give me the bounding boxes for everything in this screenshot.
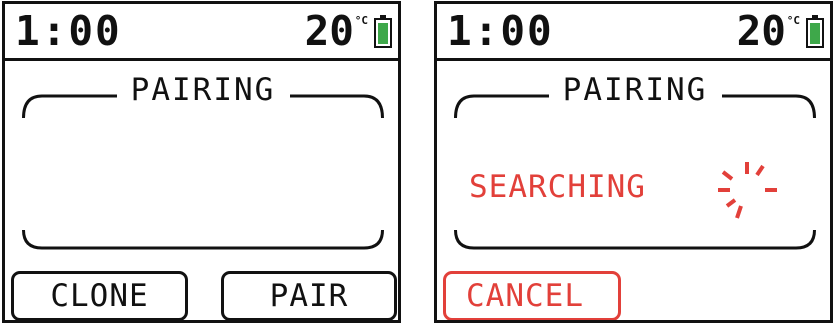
temperature-unit: °C	[354, 14, 368, 27]
battery-level	[378, 23, 388, 44]
panel-frame	[22, 94, 384, 250]
battery-level	[810, 23, 820, 44]
panel-frame-bottom	[454, 229, 816, 250]
panel-title: PAIRING	[130, 72, 276, 108]
battery-icon	[374, 15, 392, 48]
temperature-unit: °C	[786, 14, 800, 27]
panel-title: PAIRING	[562, 72, 708, 108]
loading-spinner-icon	[718, 162, 777, 219]
clock: 1:00	[15, 7, 122, 55]
panel-frame-bottom	[22, 229, 384, 250]
device-screen-pairing-searching: 1:00 20 °C PAIRING SEARCHING CANCEL	[434, 1, 833, 323]
battery-icon	[806, 15, 824, 48]
status-divider	[437, 58, 830, 61]
pair-button[interactable]: PAIR	[221, 271, 397, 320]
temperature-value: 20	[304, 7, 354, 55]
status-bar: 1:00 20 °C	[5, 4, 398, 58]
status-bar: 1:00 20 °C	[437, 4, 830, 58]
searching-status: SEARCHING	[469, 169, 646, 205]
cancel-button[interactable]: CANCEL	[443, 271, 621, 320]
temperature-value: 20	[736, 7, 786, 55]
clone-button[interactable]: CLONE	[11, 271, 188, 320]
device-screen-pairing-idle: 1:00 20 °C PAIRING CLONE PAIR	[2, 1, 401, 323]
clock: 1:00	[447, 7, 554, 55]
pairing-panel: PAIRING	[22, 72, 384, 252]
status-divider	[5, 58, 398, 61]
